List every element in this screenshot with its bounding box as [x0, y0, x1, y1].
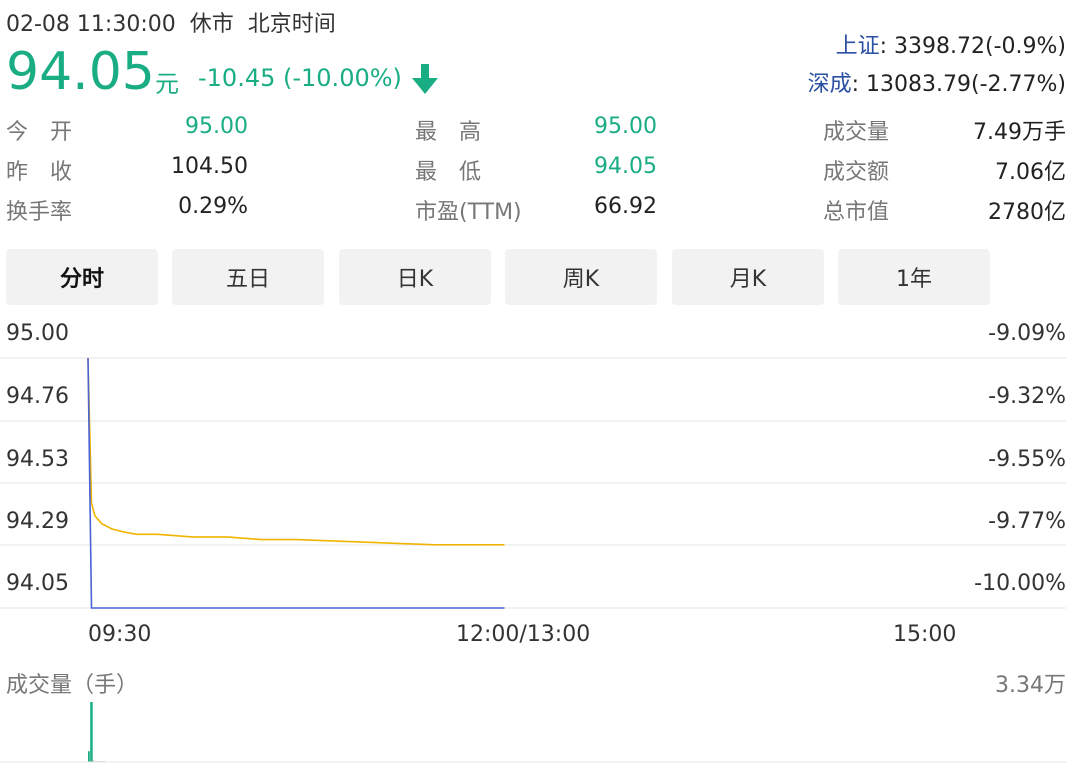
tab-one-year[interactable]: 1年: [838, 249, 990, 305]
header-datetime-row: 02-08 11:30:00 休市 北京时间: [6, 6, 336, 38]
stat-label-high: 最 高: [415, 120, 482, 145]
stat-label-open: 今 开: [6, 120, 73, 145]
arrow-down-icon: [412, 64, 438, 94]
index-name: 深成: [807, 72, 852, 97]
volume-bar: [90, 702, 93, 762]
stat-value-high: 95.00: [594, 114, 657, 139]
volume-chart[interactable]: [0, 700, 1080, 766]
market-status: 休市: [189, 12, 234, 37]
tab-intraday[interactable]: 分时: [6, 249, 158, 305]
stat-value-prev-close: 104.50: [171, 154, 248, 179]
x-tick-label: 12:00/13:00: [456, 622, 591, 647]
tab-five-day[interactable]: 五日: [172, 249, 324, 305]
tab-monthly-k[interactable]: 月K: [672, 249, 824, 305]
index-value: : 13083.79(-2.77%): [851, 72, 1066, 97]
stat-label-market-cap: 总市值: [823, 200, 890, 225]
stat-label-prev-close: 昨 收: [6, 160, 73, 185]
stat-value-volume: 7.49万手: [973, 120, 1066, 145]
stat-label-turnover-rate: 换手率: [6, 200, 73, 225]
index-name: 上证: [835, 34, 880, 59]
tab-weekly-k[interactable]: 周K: [505, 249, 657, 305]
price-change: -10.45 (-10.00%): [198, 64, 402, 92]
index-value: : 3398.72(-0.9%): [879, 34, 1066, 59]
stat-label-pe-ttm: 市盈(TTM): [415, 200, 522, 225]
stat-label-turnover-amount: 成交额: [823, 160, 890, 185]
intraday-price-chart[interactable]: [0, 340, 1080, 620]
current-price: 94.05: [6, 42, 155, 102]
stat-label-volume: 成交量: [823, 120, 890, 145]
volume-max-label: 3.34万: [995, 673, 1066, 698]
x-tick-label: 09:30: [88, 622, 152, 647]
volume-bar: [88, 751, 90, 762]
index-shanghai[interactable]: 上证: 3398.72(-0.9%): [836, 28, 1066, 60]
chart-period-tabs: 分时 五日 日K 周K 月K 1年: [6, 249, 991, 305]
stat-value-low: 94.05: [594, 154, 657, 179]
tab-daily-k[interactable]: 日K: [339, 249, 491, 305]
stat-value-pe-ttm: 66.92: [594, 194, 657, 219]
stat-value-market-cap: 2780亿: [988, 200, 1066, 225]
timezone-label: 北京时间: [247, 12, 336, 37]
x-tick-label: 15:00: [893, 622, 957, 647]
stat-label-low: 最 低: [415, 160, 482, 185]
price-unit: 元: [155, 70, 179, 98]
datetime: 02-08 11:30:00: [6, 12, 176, 37]
stat-value-turnover-rate: 0.29%: [178, 194, 248, 219]
average-price-line: [87, 357, 505, 546]
stat-value-turnover-amount: 7.06亿: [995, 160, 1066, 185]
stat-value-open: 95.00: [185, 114, 248, 139]
index-shenzhen[interactable]: 深成: 13083.79(-2.77%): [808, 66, 1066, 98]
volume-label: 成交量（手）: [6, 673, 139, 698]
